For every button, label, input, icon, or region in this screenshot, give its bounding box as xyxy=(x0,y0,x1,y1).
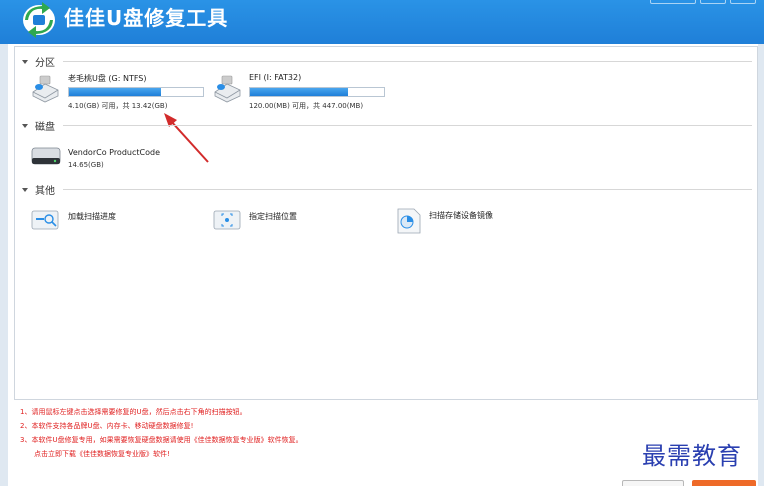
collapse-triangle-icon[interactable] xyxy=(22,187,28,192)
title-bar: 佳佳U盘修复工具 xyxy=(0,0,764,44)
usage-bar-fill xyxy=(69,88,162,96)
tool-load-scan-progress[interactable]: 加载扫描进度 xyxy=(30,205,180,233)
usage-bar xyxy=(249,87,385,97)
partition-capacity: 120.00(MB) 可用，共 447.00(MB) xyxy=(249,102,364,110)
close-button[interactable] xyxy=(730,0,756,4)
partition-capacity: 4.10(GB) 可用，共 13.42(GB) xyxy=(68,102,168,110)
section-divider xyxy=(63,61,752,62)
load-scan-progress-icon xyxy=(31,210,59,230)
collapse-triangle-icon[interactable] xyxy=(22,59,28,64)
scan-location-icon xyxy=(213,210,241,230)
note-line-1: 1、请用鼠标左键点击选择需要修复的U盘，然后点击右下角的扫描按钮。 xyxy=(20,408,247,416)
tool-label: 加载扫描进度 xyxy=(68,212,116,221)
right-frame xyxy=(758,44,764,486)
partition-item-efi[interactable]: EFI (I: FAT32) 120.00(MB) 可用，共 447.00(MB… xyxy=(212,70,392,114)
collapse-triangle-icon[interactable] xyxy=(22,123,28,128)
download-link[interactable]: 点击立即下载《佳佳数据恢复专业版》软件! xyxy=(20,447,303,461)
scan-button[interactable] xyxy=(692,480,756,486)
disk-size: 14.65(GB) xyxy=(68,161,104,169)
partition-item-g[interactable]: 老毛桃U盘 (G: NTFS) 4.10(GB) 可用，共 13.42(GB) xyxy=(30,70,210,114)
section-other-header[interactable]: 其他 xyxy=(22,182,752,197)
tool-scan-location[interactable]: 指定扫描位置 xyxy=(212,205,362,233)
section-label: 磁盘 xyxy=(35,122,55,133)
disk-item-vendorco[interactable]: VendorCo ProductCode 14.65(GB) xyxy=(30,142,190,174)
section-label: 分区 xyxy=(35,58,55,69)
usage-bar-fill xyxy=(250,88,348,96)
section-divider xyxy=(63,189,752,190)
usage-bar xyxy=(68,87,204,97)
hard-disk-icon xyxy=(31,147,61,165)
secondary-button[interactable] xyxy=(622,480,684,486)
section-disk-header[interactable]: 磁盘 xyxy=(22,118,752,133)
partition-name: EFI (I: FAT32) xyxy=(249,73,302,82)
left-frame xyxy=(0,44,8,486)
usb-drive-icon xyxy=(32,75,59,103)
scan-image-icon xyxy=(397,208,421,234)
section-label: 其他 xyxy=(35,186,55,197)
note-line-3: 3、本软件U盘修复专用，如果需要恢复硬盘数据请使用《佳佳数据恢复专业版》软件恢复… xyxy=(20,436,303,444)
partition-name: 老毛桃U盘 (G: NTFS) xyxy=(68,74,147,83)
tool-label: 扫描存储设备镜像 xyxy=(429,211,493,220)
instructions-notes: 1、请用鼠标左键点击选择需要修复的U盘，然后点击右下角的扫描按钮。 2、本软件支… xyxy=(20,405,303,461)
watermark-text: 最需教育 xyxy=(642,442,742,470)
tool-scan-image[interactable]: 扫描存储设备镜像 xyxy=(394,205,564,235)
note-line-2: 2、本软件支持各品牌U盘、内存卡、移动硬盘数据修复! xyxy=(20,422,194,430)
menu-button[interactable] xyxy=(650,0,696,4)
tool-label: 指定扫描位置 xyxy=(249,212,297,221)
section-partition-header[interactable]: 分区 xyxy=(22,54,752,69)
minimize-button[interactable] xyxy=(700,0,726,4)
section-divider xyxy=(63,125,752,126)
app-title: 佳佳U盘修复工具 xyxy=(64,6,229,30)
app-logo-icon xyxy=(23,2,55,38)
disk-name: VendorCo ProductCode xyxy=(68,148,160,157)
usb-drive-icon xyxy=(214,75,241,103)
